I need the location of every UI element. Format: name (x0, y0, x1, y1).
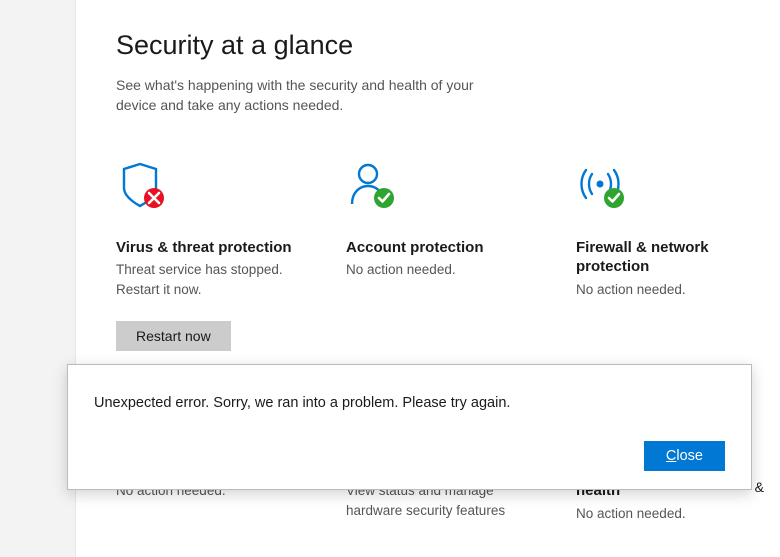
nav-rail (0, 0, 76, 557)
close-button[interactable]: Close (644, 441, 725, 471)
tile-firewall-network[interactable]: Firewall & network protection No action … (576, 160, 780, 352)
person-icon (346, 160, 550, 214)
truncated-text-fragment: & (755, 479, 764, 495)
tile-title: Account protection (346, 238, 550, 258)
dialog-actions: Close (94, 441, 725, 471)
restart-now-button[interactable]: Restart now (116, 321, 231, 351)
broadcast-icon (576, 160, 780, 214)
tile-title: Virus & threat protection (116, 238, 320, 258)
tile-status: No action needed. (346, 260, 550, 280)
tile-row: Virus & threat protection Threat service… (116, 160, 780, 352)
tile-status: No action needed. (576, 280, 780, 300)
tile-status: No action needed. (576, 504, 780, 524)
tile-status: Threat service has stopped. Restart it n… (116, 260, 320, 299)
shield-icon (116, 160, 320, 214)
tile-title: Firewall & network protection (576, 238, 780, 277)
tile-virus-threat[interactable]: Virus & threat protection Threat service… (116, 160, 320, 352)
page-title: Security at a glance (116, 30, 780, 61)
error-dialog: Unexpected error. Sorry, we ran into a p… (67, 364, 752, 490)
tile-account-protection[interactable]: Account protection No action needed. (346, 160, 550, 352)
page-subtitle: See what's happening with the security a… (116, 75, 516, 116)
dialog-message: Unexpected error. Sorry, we ran into a p… (94, 395, 725, 411)
close-button-rest: lose (676, 448, 703, 464)
